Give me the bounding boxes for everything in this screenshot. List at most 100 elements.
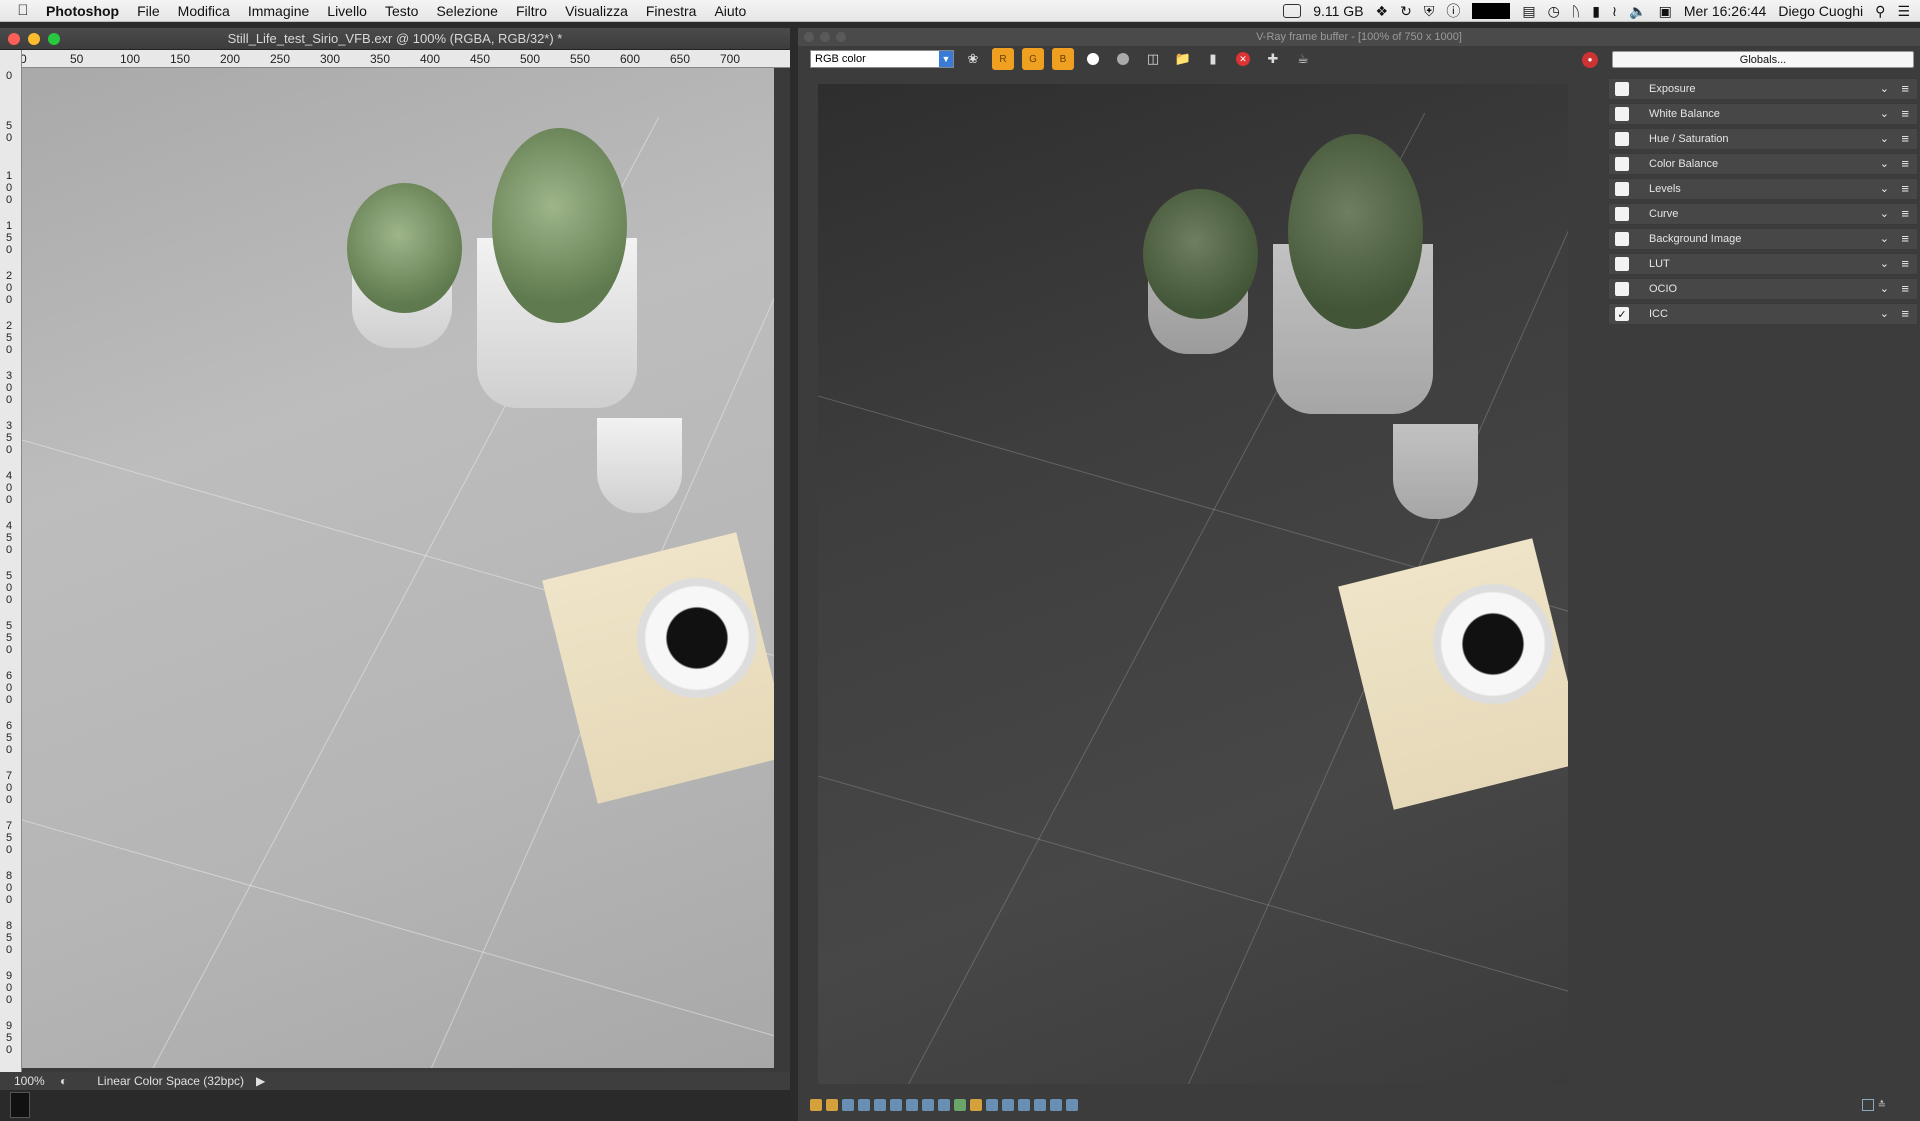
- foreground-color-swatch[interactable]: [10, 1092, 30, 1118]
- stop-render-icon[interactable]: ●: [1582, 52, 1598, 68]
- battery-icon[interactable]: ▮: [1592, 3, 1600, 20]
- clear-image-icon[interactable]: [1232, 48, 1254, 70]
- histogram-icon[interactable]: [906, 1099, 918, 1111]
- wifi-icon[interactable]: ≀: [1612, 3, 1617, 20]
- correction-layer-icc[interactable]: ✓ ICC ⌄ ≡: [1608, 303, 1918, 325]
- menu-finestra[interactable]: Finestra: [646, 3, 697, 19]
- icc-icon[interactable]: [1002, 1099, 1014, 1111]
- menu-filtro[interactable]: Filtro: [516, 3, 547, 19]
- layout-icon[interactable]: ▤: [1522, 3, 1535, 20]
- correction-layer-hue-saturation[interactable]: Hue / Saturation ⌄ ≡: [1608, 128, 1918, 150]
- correction-layer-levels[interactable]: Levels ⌄ ≡: [1608, 178, 1918, 200]
- white-circle-icon[interactable]: [1082, 48, 1104, 70]
- layer-menu-icon[interactable]: ≡: [1901, 206, 1909, 221]
- close-icon[interactable]: [804, 32, 814, 42]
- correction-layer-exposure[interactable]: Exposure ⌄ ≡: [1608, 78, 1918, 100]
- chevron-double-down-icon[interactable]: ⌄: [1880, 232, 1889, 245]
- stereo-icon[interactable]: [858, 1099, 870, 1111]
- zoom-icon[interactable]: [48, 33, 60, 45]
- correction-layer-color-balance[interactable]: Color Balance ⌄ ≡: [1608, 153, 1918, 175]
- ruler-horizontal[interactable]: 0 50 100 150 200 250 300 350 400 450 500 550 600 650 7…: [20, 50, 790, 68]
- menu-visualizza[interactable]: Visualizza: [565, 3, 628, 19]
- save-image-icon[interactable]: ◫: [1142, 48, 1164, 70]
- layer-checkbox[interactable]: [1615, 157, 1629, 171]
- frame-icon[interactable]: [1066, 1099, 1078, 1111]
- chevron-double-down-icon[interactable]: ⌄: [1880, 157, 1889, 170]
- green-channel-button[interactable]: G: [1022, 48, 1044, 70]
- chevron-double-down-icon[interactable]: ⌄: [1880, 82, 1889, 95]
- minimize-icon[interactable]: [28, 33, 40, 45]
- notification-center-icon[interactable]: ☰: [1897, 3, 1910, 20]
- globals-button[interactable]: Globals...: [1612, 51, 1914, 68]
- chevron-double-down-icon[interactable]: ⌄: [1880, 182, 1889, 195]
- layer-menu-icon[interactable]: ≡: [1901, 231, 1909, 246]
- dropbox-icon[interactable]: ❖: [1376, 3, 1389, 20]
- ruler-vertical[interactable]: 0 50 100 150 200 250 300 350 400 450 500 550 600 650 7…: [0, 50, 22, 1088]
- menu-file[interactable]: File: [137, 3, 160, 19]
- layer-menu-icon[interactable]: ≡: [1901, 306, 1909, 321]
- chevron-down-icon[interactable]: ▼: [939, 51, 953, 67]
- levels-icon[interactable]: [890, 1099, 902, 1111]
- track-mouse-icon[interactable]: ✚: [1262, 48, 1284, 70]
- monitor-icon[interactable]: [1472, 3, 1511, 19]
- lens-effects-icon[interactable]: [874, 1099, 886, 1111]
- vfb-render-canvas[interactable]: [818, 84, 1568, 1084]
- correction-layer-curve[interactable]: Curve ⌄ ≡: [1608, 203, 1918, 225]
- minimize-icon[interactable]: [820, 32, 830, 42]
- layer-checkbox[interactable]: [1615, 257, 1629, 271]
- document-canvas[interactable]: [22, 68, 774, 1068]
- menu-aiuto[interactable]: Aiuto: [714, 3, 746, 19]
- status-menu-arrow-icon[interactable]: ▶: [256, 1074, 265, 1088]
- chevron-double-down-icon[interactable]: ⌄: [1880, 282, 1889, 295]
- zoom-level[interactable]: 100%: [0, 1074, 60, 1088]
- lut-icon[interactable]: [970, 1099, 982, 1111]
- background-icon[interactable]: [954, 1099, 966, 1111]
- settings-icon[interactable]: [938, 1099, 950, 1111]
- curve-icon[interactable]: [922, 1099, 934, 1111]
- layer-menu-icon[interactable]: ≡: [1901, 256, 1909, 271]
- clipboard-icon[interactable]: ▮: [1202, 48, 1224, 70]
- ocio-icon[interactable]: [986, 1099, 998, 1111]
- stamp-icon[interactable]: [1034, 1099, 1046, 1111]
- vfb-title-bar[interactable]: V-Ray frame buffer - [100% of 750 x 1000…: [798, 28, 1920, 46]
- layer-checkbox[interactable]: ✓: [1615, 307, 1629, 321]
- user-name[interactable]: Diego Cuoghi: [1778, 3, 1863, 19]
- menu-modifica[interactable]: Modifica: [178, 3, 230, 19]
- correction-layer-lut[interactable]: LUT ⌄ ≡: [1608, 253, 1918, 275]
- layer-checkbox[interactable]: [1615, 182, 1629, 196]
- layer-checkbox[interactable]: [1615, 82, 1629, 96]
- layer-menu-icon[interactable]: ≡: [1901, 106, 1909, 121]
- open-folder-icon[interactable]: 📁: [1172, 48, 1194, 70]
- time-machine-icon[interactable]: ◷: [1548, 3, 1560, 20]
- menu-livello[interactable]: Livello: [327, 3, 367, 19]
- layer-checkbox[interactable]: [1615, 107, 1629, 121]
- correction-layer-ocio[interactable]: OCIO ⌄ ≡: [1608, 278, 1918, 300]
- color-channels-icon[interactable]: ❀: [962, 48, 984, 70]
- layer-menu-icon[interactable]: ≡: [1901, 131, 1909, 146]
- layer-checkbox[interactable]: [1615, 132, 1629, 146]
- sync-icon[interactable]: ↻: [1400, 3, 1412, 20]
- alpha-circle-icon[interactable]: [1112, 48, 1134, 70]
- correction-layer-white-balance[interactable]: White Balance ⌄ ≡: [1608, 103, 1918, 125]
- layer-checkbox[interactable]: [1615, 232, 1629, 246]
- blue-channel-button[interactable]: B: [1052, 48, 1074, 70]
- menu-selezione[interactable]: Selezione: [436, 3, 498, 19]
- red-channel-button[interactable]: R: [992, 48, 1014, 70]
- bluetooth-icon[interactable]: ᚢ: [1572, 3, 1580, 19]
- close-icon[interactable]: [8, 33, 20, 45]
- chevron-double-down-icon[interactable]: ⌄: [1880, 132, 1889, 145]
- info-icon[interactable]: [842, 1099, 854, 1111]
- layer-checkbox[interactable]: [1615, 207, 1629, 221]
- layer-menu-icon[interactable]: ≡: [1901, 156, 1909, 171]
- apple-menu-icon[interactable]: : [0, 2, 46, 19]
- layer-menu-icon[interactable]: ≡: [1901, 181, 1909, 196]
- layer-menu-icon[interactable]: ≡: [1901, 81, 1909, 96]
- clock[interactable]: Mer 16:26:44: [1684, 3, 1767, 19]
- shield-icon[interactable]: ⛨: [1424, 3, 1435, 20]
- menu-testo[interactable]: Testo: [385, 3, 418, 19]
- volume-icon[interactable]: 🔈: [1629, 3, 1646, 20]
- calendar-icon[interactable]: ▣: [1659, 3, 1672, 20]
- chevron-double-down-icon[interactable]: ⌄: [1880, 307, 1889, 320]
- layer-checkbox[interactable]: [1615, 282, 1629, 296]
- status-icon[interactable]: ◐: [60, 1074, 67, 1088]
